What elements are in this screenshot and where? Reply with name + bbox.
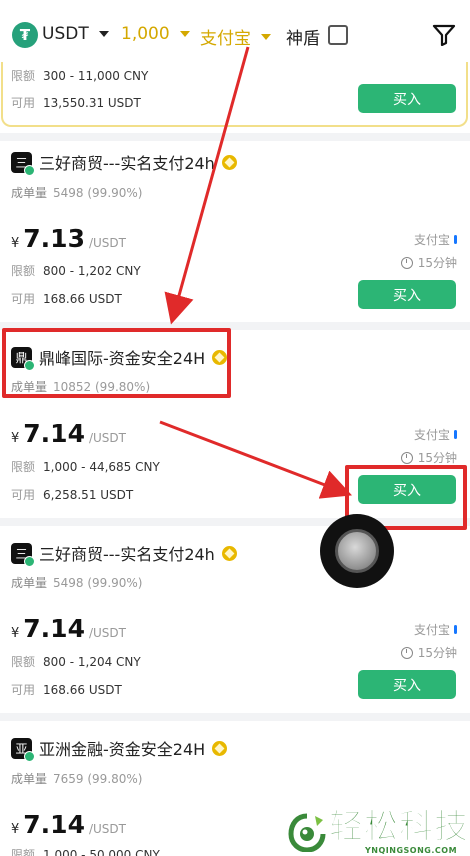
limit-value: 800 - 1,202 CNY: [43, 264, 141, 278]
price-unit: /USDT: [88, 822, 126, 836]
buy-button[interactable]: 买入: [358, 280, 456, 309]
stats-value: 5498 (99.90%): [53, 186, 143, 200]
verified-badge-icon: [221, 154, 237, 170]
clock-icon: [400, 646, 413, 659]
clock-icon: [400, 451, 413, 464]
pay-time-value: 15分钟: [417, 451, 457, 465]
coin-select-label: USDT: [42, 24, 89, 44]
limit-value: 1,000 - 44,685 CNY: [43, 460, 160, 474]
merchant-row[interactable]: 三 三好商贸---实名支付24h: [11, 541, 237, 567]
avatar: 三: [11, 151, 35, 176]
payment-select[interactable]: 支付宝: [200, 24, 271, 49]
price-value: 7.14: [23, 419, 85, 448]
limit-label: 限额: [11, 848, 36, 856]
limit-row: 限额 800 - 1,202 CNY: [11, 262, 141, 279]
available-value: 6,258.51 USDT: [43, 488, 134, 502]
shield-checkbox[interactable]: [328, 25, 348, 45]
verified-badge-icon: [221, 545, 237, 561]
stats-label: 成单量: [11, 186, 48, 200]
order-stats: 成单量 5498 (99.90%): [11, 574, 143, 591]
buy-button[interactable]: 买入: [358, 670, 456, 699]
payment-method: 支付宝: [414, 231, 457, 248]
avatar: 三: [11, 542, 35, 567]
limit-value: 1,000 - 50,000 CNY: [43, 848, 160, 856]
divider: [0, 133, 470, 141]
payment-method: 支付宝: [414, 621, 457, 638]
price-value: 7.13: [23, 224, 85, 253]
amount-select-label: 1,000: [121, 24, 170, 44]
price: ¥7.14/USDT: [11, 810, 126, 839]
order-stats: 成单量 7659 (99.80%): [11, 770, 143, 787]
merchant-name: 亚洲金融-资金安全24H: [39, 740, 206, 759]
chevron-down-icon: [98, 31, 109, 37]
verified-badge-icon: [212, 740, 228, 756]
limit-row: 限额 1,000 - 44,685 CNY: [11, 458, 160, 475]
price-value: 7.14: [23, 614, 85, 643]
merchant-name: 三好商贸---实名支付24h: [39, 545, 215, 564]
chevron-down-icon: [179, 31, 190, 37]
limit-row: 限额 1,000 - 50,000 CNY: [11, 846, 160, 856]
watermark-url: YNQINGSONG.COM: [365, 846, 458, 855]
payment-select-label: 支付宝: [200, 29, 251, 49]
price: ¥7.14/USDT: [11, 419, 126, 448]
pay-time-value: 15分钟: [417, 256, 457, 270]
payment-method: 支付宝: [414, 426, 457, 443]
price-value: 7.14: [23, 810, 85, 839]
filter-icon[interactable]: [432, 24, 456, 46]
merchant-row[interactable]: 亚 亚洲金融-资金安全24H: [11, 736, 228, 762]
pay-time: 15分钟: [400, 254, 457, 271]
price-unit: /USDT: [88, 236, 126, 250]
merchant-row[interactable]: 三 三好商贸---实名支付24h: [11, 150, 237, 176]
currency-symbol: ¥: [11, 626, 20, 641]
watermark-title: 轻松科技: [329, 807, 469, 847]
limit-label: 限额: [11, 264, 36, 278]
stats-value: 7659 (99.80%): [53, 772, 143, 786]
price-unit: /USDT: [88, 431, 126, 445]
currency-symbol: ¥: [11, 822, 20, 837]
limit-value: 800 - 1,204 CNY: [43, 655, 141, 669]
divider: [0, 713, 470, 721]
stats-label: 成单量: [11, 772, 48, 786]
price: ¥7.14/USDT: [11, 614, 126, 643]
price-unit: /USDT: [88, 626, 126, 640]
amount-select[interactable]: 1,000: [121, 24, 190, 44]
available-row: 可用 168.66 USDT: [11, 290, 122, 307]
available-label: 可用: [11, 488, 36, 502]
available-value: 168.66 USDT: [43, 292, 122, 306]
floating-assistive-button[interactable]: [320, 514, 394, 588]
merchant-name: 三好商贸---实名支付24h: [39, 154, 215, 173]
available-row: 可用 6,258.51 USDT: [11, 486, 133, 503]
limit-label: 限额: [11, 460, 36, 474]
pay-time-value: 15分钟: [417, 646, 457, 660]
currency-symbol: ¥: [11, 236, 20, 251]
clock-icon: [400, 256, 413, 269]
chevron-down-icon: [261, 33, 271, 40]
watermark-logo-icon: [288, 813, 326, 852]
pay-time: 15分钟: [400, 449, 457, 466]
stats-value: 5498 (99.90%): [53, 576, 143, 590]
highlight-box-merchant: [2, 328, 231, 398]
currency-symbol: ¥: [11, 431, 20, 446]
pay-time: 15分钟: [400, 644, 457, 661]
shield-filter-label: 神盾: [286, 29, 320, 49]
stats-label: 成单量: [11, 576, 48, 590]
available-value: 168.66 USDT: [43, 683, 122, 697]
filter-bar: ₮ USDT 1,000 支付宝 神盾: [0, 0, 470, 62]
price: ¥7.13/USDT: [11, 224, 126, 253]
limit-label: 限额: [11, 655, 36, 669]
watermark: 轻松科技 YNQINGSONG.COM: [287, 806, 470, 856]
available-label: 可用: [11, 683, 36, 697]
floating-ball-core: [335, 529, 379, 573]
coin-select[interactable]: USDT: [42, 24, 109, 44]
available-label: 可用: [11, 292, 36, 306]
tether-icon: ₮: [12, 22, 38, 48]
available-row: 可用 168.66 USDT: [11, 681, 122, 698]
limit-row: 限额 800 - 1,204 CNY: [11, 653, 141, 670]
avatar: 亚: [11, 737, 35, 762]
order-stats: 成单量 5498 (99.90%): [11, 184, 143, 201]
